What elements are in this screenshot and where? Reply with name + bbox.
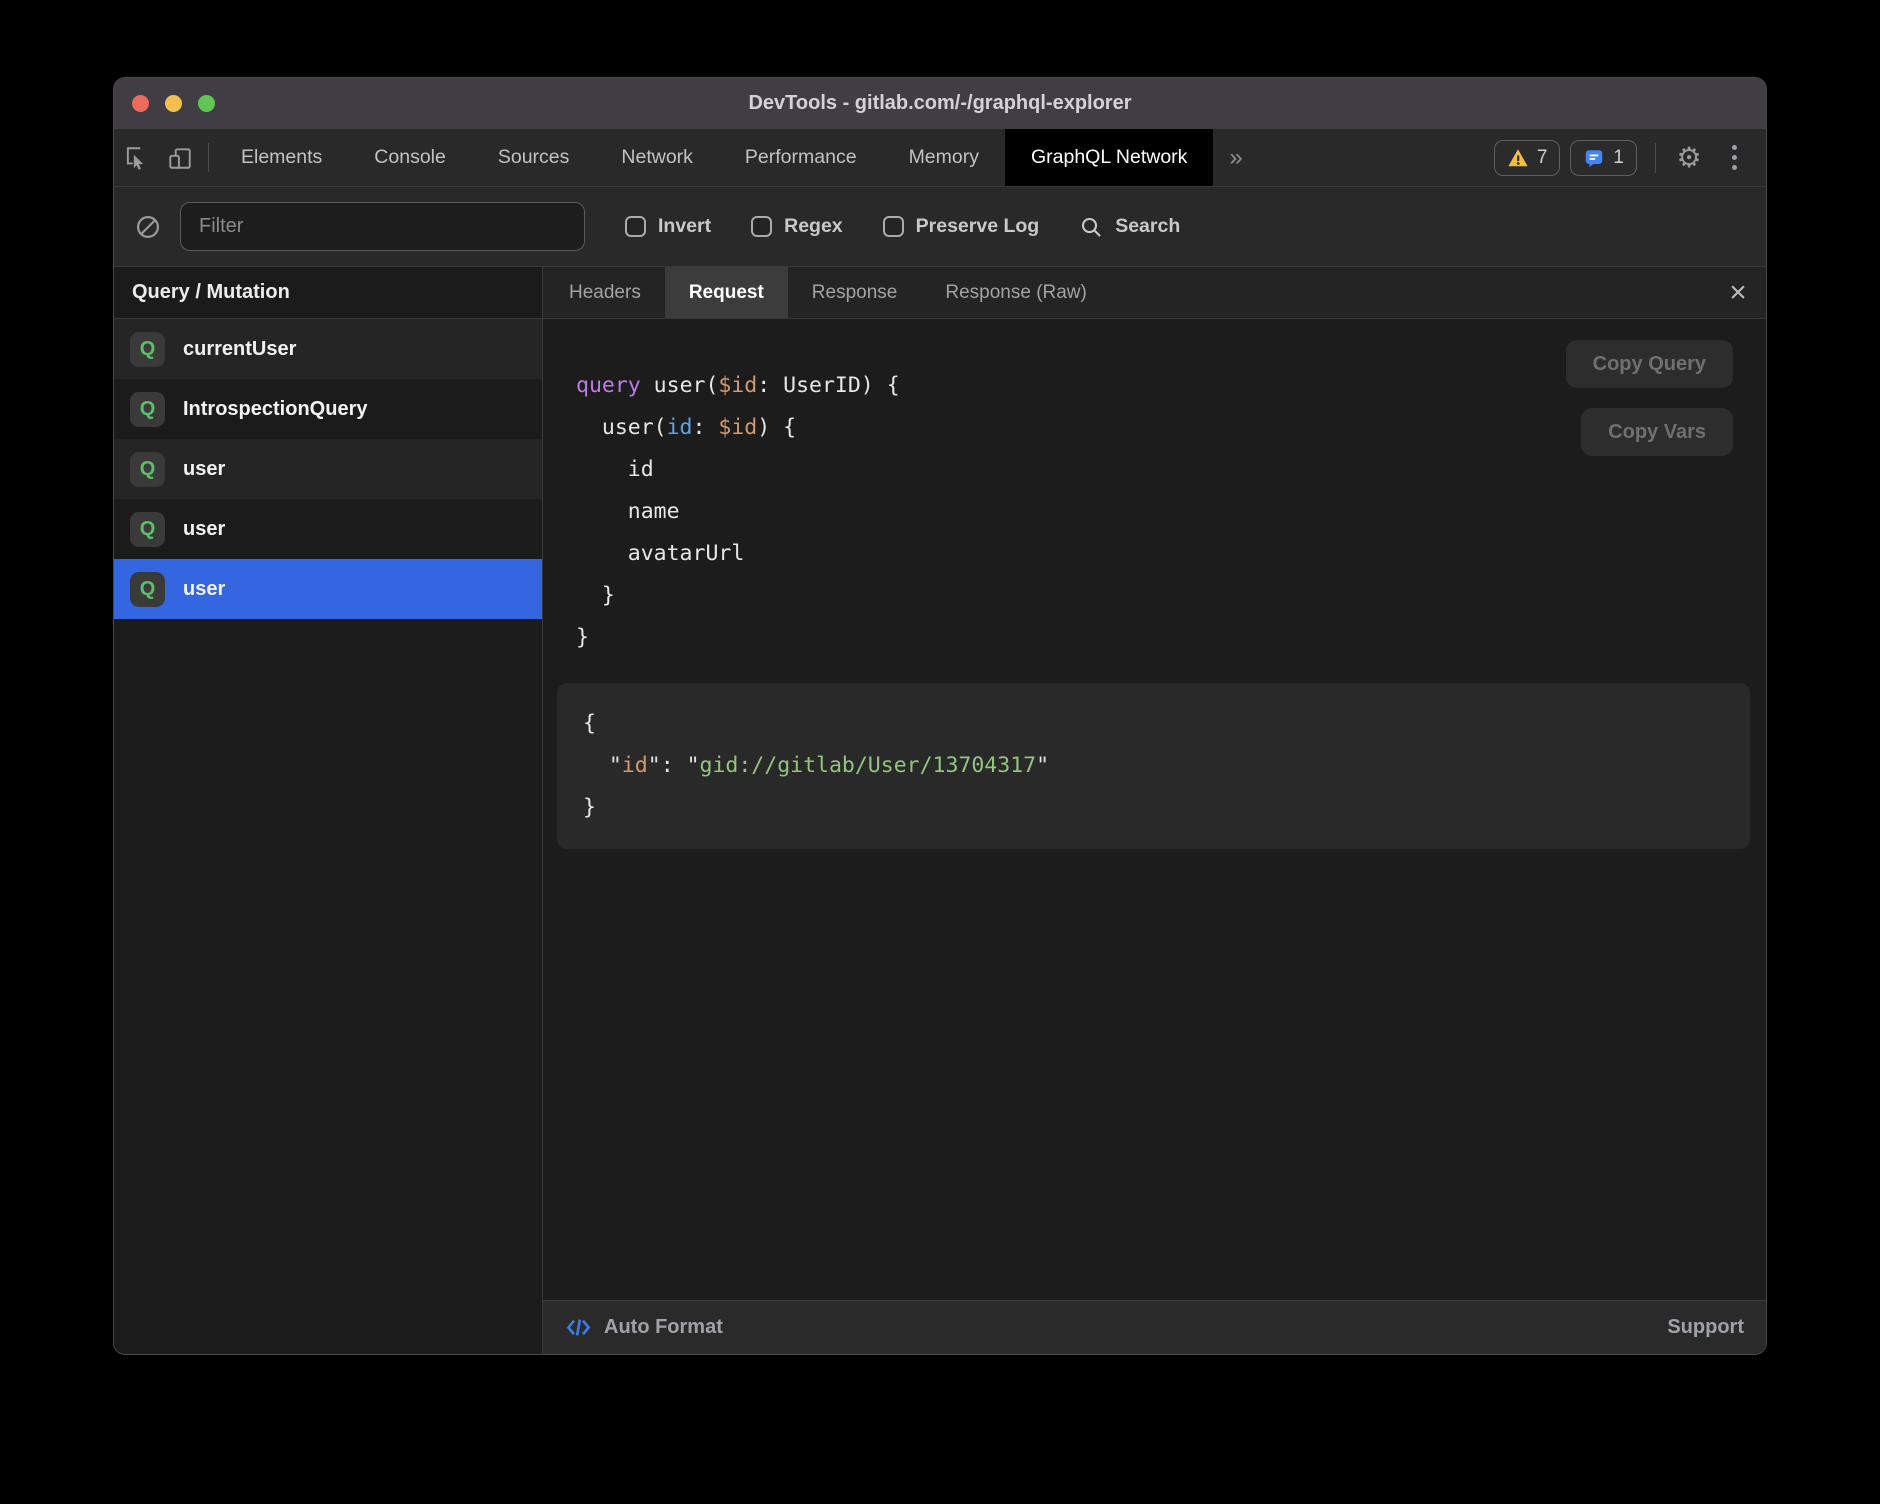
request-body: Copy Query Copy Vars query user($id: Use… xyxy=(543,319,1766,1300)
query-name: user xyxy=(183,518,225,541)
inspect-element-icon[interactable] xyxy=(114,129,158,186)
support-link[interactable]: Support xyxy=(1667,1316,1744,1339)
query-list-item-user-4[interactable]: Quser xyxy=(114,559,542,619)
checkbox-label: Preserve Log xyxy=(916,215,1040,238)
filter-bar: Invert Regex Preserve Log Search xyxy=(114,187,1766,267)
clear-filter-icon[interactable] xyxy=(134,213,162,241)
code-line: { xyxy=(583,703,1724,745)
query-type-badge: Q xyxy=(130,332,165,367)
checkbox-box[interactable] xyxy=(751,216,772,237)
request-detail-panel: HeadersRequestResponseResponse (Raw) × Co… xyxy=(543,267,1766,1354)
checkbox-regex[interactable]: Regex xyxy=(751,215,843,238)
code-line: id xyxy=(576,449,1733,491)
checkbox-invert[interactable]: Invert xyxy=(625,215,711,238)
search-icon xyxy=(1079,215,1103,239)
zoom-window-button[interactable] xyxy=(198,95,215,112)
query-list-item-introspectionquery-1[interactable]: Q IntrospectionQuery xyxy=(114,379,542,439)
close-window-button[interactable] xyxy=(132,95,149,112)
code-line: } xyxy=(576,575,1733,617)
query-type-badge: Q xyxy=(130,572,165,607)
warnings-badge[interactable]: 7 xyxy=(1494,140,1561,176)
query-name: user xyxy=(183,578,225,601)
graphql-query-code: query user($id: UserID) { user(id: $id) … xyxy=(576,365,1733,659)
tab-console[interactable]: Console xyxy=(348,129,472,186)
auto-format-toggle[interactable]: Auto Format xyxy=(565,1314,723,1341)
issues-count: 1 xyxy=(1613,147,1624,169)
kebab-menu-icon[interactable] xyxy=(1712,145,1756,170)
checkbox-label: Regex xyxy=(784,215,843,238)
query-list-header: Query / Mutation xyxy=(114,267,542,319)
query-type-badge: Q xyxy=(130,392,165,427)
query-list-item-user-2[interactable]: Quser xyxy=(114,439,542,499)
code-line: query user($id: UserID) { xyxy=(576,365,1733,407)
device-toolbar-icon[interactable] xyxy=(158,129,202,186)
settings-gear-icon[interactable]: ⚙ xyxy=(1666,141,1712,174)
code-line: name xyxy=(576,491,1733,533)
title-bar: DevTools - gitlab.com/-/graphql-explorer xyxy=(114,78,1766,129)
code-line: user(id: $id) { xyxy=(576,407,1733,449)
detail-tab-request[interactable]: Request xyxy=(665,267,788,318)
code-icon xyxy=(565,1314,592,1341)
more-tabs-icon[interactable]: » xyxy=(1213,129,1258,186)
copy-buttons: Copy Query Copy Vars xyxy=(1566,340,1733,456)
detail-tab-bar: HeadersRequestResponseResponse (Raw) × xyxy=(543,267,1766,319)
content-area: Query / Mutation QcurrentUserQIntrospect… xyxy=(114,267,1766,1354)
copy-vars-button[interactable]: Copy Vars xyxy=(1581,408,1733,456)
query-list-item-currentuser-0[interactable]: QcurrentUser xyxy=(114,319,542,379)
auto-format-label: Auto Format xyxy=(604,1316,723,1339)
filter-checkboxes: Invert Regex Preserve Log xyxy=(625,215,1039,238)
query-type-badge: Q xyxy=(130,452,165,487)
tab-elements[interactable]: Elements xyxy=(215,129,348,186)
query-list: QcurrentUserQIntrospectionQueryQuserQuse… xyxy=(114,319,542,1354)
warning-count: 7 xyxy=(1537,147,1548,169)
code-line: } xyxy=(583,787,1724,829)
detail-footer: Auto Format Support xyxy=(543,1300,1766,1354)
code-line: "id": "gid://gitlab/User/13704317" xyxy=(583,745,1724,787)
checkbox-preserve-log[interactable]: Preserve Log xyxy=(883,215,1040,238)
code-line: avatarUrl xyxy=(576,533,1733,575)
tab-bar-right: 7 1 ⚙ xyxy=(1484,129,1766,186)
divider xyxy=(208,143,209,172)
detail-tab-response-raw[interactable]: Response (Raw) xyxy=(921,267,1111,318)
query-name: user xyxy=(183,458,225,481)
tab-graphql-network[interactable]: GraphQL Network xyxy=(1005,129,1213,186)
issues-badge[interactable]: 1 xyxy=(1570,140,1637,176)
checkbox-label: Invert xyxy=(658,215,711,238)
filter-input[interactable] xyxy=(180,202,585,251)
tab-memory[interactable]: Memory xyxy=(883,129,1005,186)
checkbox-box[interactable] xyxy=(883,216,904,237)
detail-tab-response[interactable]: Response xyxy=(788,267,922,318)
query-name: IntrospectionQuery xyxy=(183,398,367,421)
tab-network[interactable]: Network xyxy=(595,129,719,186)
close-detail-icon[interactable]: × xyxy=(1710,267,1766,318)
message-icon xyxy=(1583,147,1605,169)
search-label: Search xyxy=(1115,215,1180,238)
variables-box: { "id": "gid://gitlab/User/13704317"} xyxy=(557,683,1750,849)
query-list-panel: Query / Mutation QcurrentUserQIntrospect… xyxy=(114,267,543,1354)
screen: DevTools - gitlab.com/-/graphql-explorer… xyxy=(0,0,1880,1504)
query-type-badge: Q xyxy=(130,512,165,547)
checkbox-box[interactable] xyxy=(625,216,646,237)
devtools-tab-bar: ElementsConsoleSourcesNetworkPerformance… xyxy=(114,129,1766,187)
warning-icon xyxy=(1507,147,1529,169)
tab-performance[interactable]: Performance xyxy=(719,129,883,186)
copy-query-button[interactable]: Copy Query xyxy=(1566,340,1733,388)
divider xyxy=(1655,143,1656,173)
devtools-window: DevTools - gitlab.com/-/graphql-explorer… xyxy=(113,77,1767,1355)
code-line: } xyxy=(576,617,1733,659)
detail-tab-headers[interactable]: Headers xyxy=(545,267,665,318)
query-name: currentUser xyxy=(183,338,296,361)
search-toggle[interactable]: Search xyxy=(1079,215,1180,239)
traffic-lights xyxy=(132,95,215,112)
query-list-item-user-3[interactable]: Quser xyxy=(114,499,542,559)
minimize-window-button[interactable] xyxy=(165,95,182,112)
graphql-variables-code: { "id": "gid://gitlab/User/13704317"} xyxy=(583,703,1724,829)
window-title: DevTools - gitlab.com/-/graphql-explorer xyxy=(114,92,1766,115)
panel-tabs: ElementsConsoleSourcesNetworkPerformance… xyxy=(215,129,1213,186)
tab-sources[interactable]: Sources xyxy=(472,129,596,186)
